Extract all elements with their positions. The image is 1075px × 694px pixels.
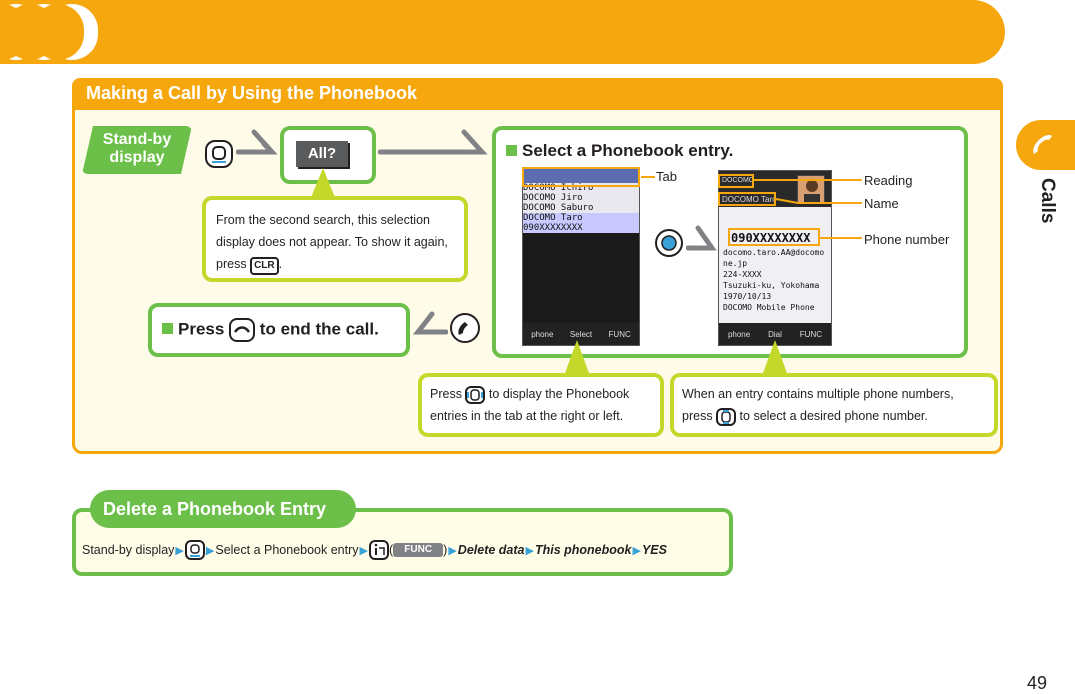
step-arrow-icon: ▶ xyxy=(632,544,641,557)
tab-label: Tab xyxy=(656,169,677,184)
call-key xyxy=(450,313,480,343)
multi-key xyxy=(655,229,683,257)
tab-highlight xyxy=(522,167,640,187)
select-entry-title: Select a Phonebook entry. xyxy=(506,141,733,161)
list-item[interactable]: DOCOMO Jiro xyxy=(523,193,639,203)
end-call-text: Press to end the call. xyxy=(162,318,379,342)
handset-icon xyxy=(458,322,468,335)
end-key xyxy=(229,318,256,342)
detail-line: docomo.taro.AA@docomo xyxy=(723,248,825,257)
label-lines xyxy=(754,179,862,204)
multi-key-icon xyxy=(189,544,200,557)
func-softkey: FUNC xyxy=(393,543,444,557)
phonebook-list-screen: DOCOMO Ichiro DOCOMO Jiro DOCOMO Saburo … xyxy=(522,168,640,346)
softkey: phone xyxy=(531,329,554,339)
bullet-square-icon xyxy=(162,323,173,335)
multi-key xyxy=(465,385,486,404)
arrow-icon xyxy=(378,129,488,155)
clr-key: CLR xyxy=(250,257,279,275)
phone-number-label: Phone number xyxy=(864,232,950,247)
arrow-left-icon xyxy=(412,311,448,335)
number-highlight xyxy=(728,228,820,246)
end-key-icon xyxy=(234,326,251,333)
note-second-search: From the second search, this selection d… xyxy=(202,196,468,282)
note-tab-switch: Press to display the Phonebook entries i… xyxy=(418,373,664,437)
name-label: Name xyxy=(864,196,899,211)
note-multiple-numbers: When an entry contains multiple phone nu… xyxy=(670,373,998,437)
standby-display-label: Stand-by display xyxy=(82,126,192,174)
list-item[interactable]: DOCOMO Taro xyxy=(523,213,639,223)
softkey: phone xyxy=(727,329,751,339)
all-button[interactable]: All? xyxy=(296,141,348,167)
arrow-icon xyxy=(686,225,717,251)
up-down-key-icon xyxy=(721,409,731,424)
calls-tab xyxy=(1016,120,1075,170)
section-title: Making a Call by Using the Phonebook xyxy=(86,83,418,103)
bullet-square-icon xyxy=(506,145,517,156)
callout-pointer xyxy=(762,340,788,376)
softkey: FUNC xyxy=(608,329,631,339)
detail-line: 1970/10/13 xyxy=(723,292,772,301)
delete-steps: Stand-by display ▶ ▶ Select a Phonebook … xyxy=(82,540,667,560)
step-delete-data: Delete data xyxy=(457,543,525,557)
callout-pointer xyxy=(564,340,590,376)
multi-key-icon xyxy=(212,146,226,163)
note-text: to select a desired phone number. xyxy=(739,409,928,423)
multi-key xyxy=(184,540,205,560)
imode-key xyxy=(368,540,389,560)
step-arrow-icon: ▶ xyxy=(205,544,215,557)
detail-line: Tsuzuki-ku, Yokohama xyxy=(723,281,820,290)
detail-line: DOCOMO Mobile Phone xyxy=(723,303,815,312)
note-text: Press xyxy=(430,387,462,401)
end-call-rest: to end the call. xyxy=(259,319,379,339)
detail-line: 224-XXXX xyxy=(723,270,762,279)
select-entry-text: Select a Phonebook entry. xyxy=(522,141,734,160)
delete-entry-title: Delete a Phonebook Entry xyxy=(103,499,327,519)
note-text: press xyxy=(682,409,713,423)
multi-key xyxy=(716,407,737,426)
end-call-press: Press xyxy=(178,319,225,339)
top-banner xyxy=(0,0,1005,64)
reading-highlight xyxy=(718,174,754,188)
imode-key-icon xyxy=(374,543,385,555)
softkey: Dial xyxy=(768,329,782,339)
detail-line: ne.jp xyxy=(723,259,748,268)
list-item[interactable]: DOCOMO Saburo xyxy=(523,203,639,213)
step-select-entry: Select a Phonebook entry xyxy=(215,543,359,557)
step-standby: Stand-by display xyxy=(82,543,175,557)
label-line xyxy=(820,237,862,239)
softkey: FUNC xyxy=(799,329,823,339)
multi-key xyxy=(205,140,233,168)
label-line xyxy=(641,176,655,178)
chevron-decoration xyxy=(32,4,84,60)
arrow-icon xyxy=(236,129,278,155)
step-this-phonebook: This phonebook xyxy=(534,543,632,557)
step-yes: YES xyxy=(641,543,667,557)
reading-label: Reading xyxy=(864,173,913,188)
step-arrow-icon: ▶ xyxy=(359,544,368,557)
step-arrow-icon: ▶ xyxy=(175,544,184,557)
step-arrow-icon: ▶ xyxy=(448,544,457,557)
left-right-key-icon xyxy=(467,388,484,401)
center-key-icon xyxy=(661,235,677,251)
softkey: Select xyxy=(569,329,593,339)
handset-icon xyxy=(1033,135,1052,154)
calls-label: Calls xyxy=(1037,178,1058,224)
step-arrow-icon: ▶ xyxy=(525,544,534,557)
note-text: When an entry contains multiple phone nu… xyxy=(682,387,954,401)
list-item[interactable]: 090XXXXXXXX xyxy=(523,223,639,233)
